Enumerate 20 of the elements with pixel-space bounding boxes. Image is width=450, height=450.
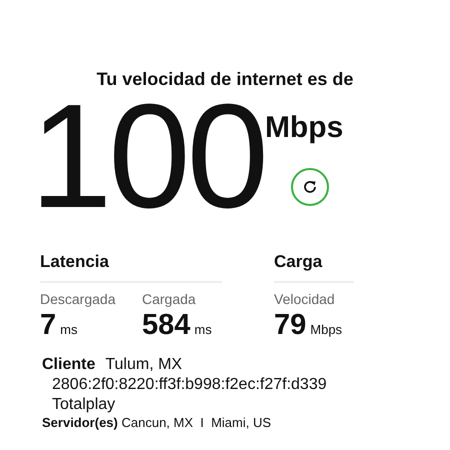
speed-unit: Mbps — [264, 110, 344, 146]
metric-value: 7 — [40, 310, 56, 342]
metric-label: Descargada — [40, 290, 116, 309]
metric-value: 79 — [274, 310, 306, 342]
refresh-icon — [302, 179, 318, 195]
metric-label: Velocidad — [274, 290, 336, 308]
metric-unit: ms — [60, 322, 78, 337]
metric-label: Cargada — [142, 290, 197, 309]
metric-value: 584 — [142, 310, 190, 342]
refresh-button[interactable] — [290, 168, 329, 206]
client-isp: Totalplay — [52, 395, 116, 416]
section-heading: Carga — [274, 249, 354, 282]
speed-heading: Tu velocidad de internet es de — [96, 68, 354, 91]
metric-unit: ms — [194, 322, 212, 337]
client-label: Cliente — [42, 355, 96, 376]
client-ip: 2806:2f0:8220:ff3f:b998:f2ec:f27f:d339 — [52, 375, 328, 396]
servers-text: Servidor(es) Cancun, MX I Miami, US — [42, 415, 272, 432]
section-heading: Latencia — [40, 249, 222, 282]
client-location: Tulum, MX — [105, 355, 182, 376]
metric-unit: Mbps — [310, 322, 342, 337]
